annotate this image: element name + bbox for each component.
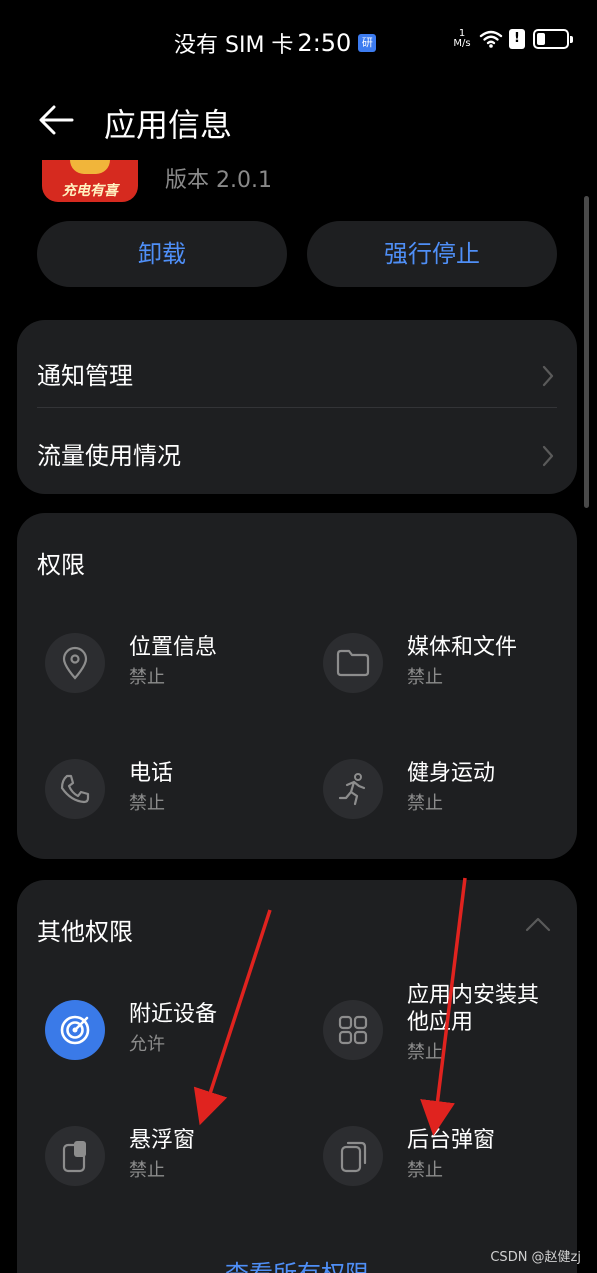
arrow-left-icon [39, 105, 74, 135]
permission-floating-window[interactable]: 悬浮窗 禁止 [35, 1116, 295, 1196]
back-button[interactable] [36, 98, 80, 142]
settings-card: 通知管理 流量使用情况 [17, 320, 577, 494]
uninstall-button[interactable]: 卸载 [37, 221, 287, 287]
permission-background-popup[interactable]: 后台弹窗 禁止 [313, 1116, 573, 1196]
permission-title: 应用内安装其他应用 [407, 983, 540, 1035]
carrier-text: 没有 SIM 卡 [174, 33, 294, 58]
page-title: 应用信息 [104, 106, 233, 144]
folder-icon [323, 633, 383, 693]
permissions-title: 权限 [37, 551, 85, 579]
permission-location[interactable]: 位置信息 禁止 [35, 623, 295, 703]
permission-status: 允许 [129, 1034, 165, 1055]
permission-media-files[interactable]: 媒体和文件 禁止 [313, 623, 573, 703]
watermark: CSDN @赵健zj [490, 1250, 581, 1265]
running-icon [323, 759, 383, 819]
notification-management-row[interactable]: 通知管理 [37, 328, 557, 408]
permission-install-apps[interactable]: 应用内安装其他应用 禁止 [313, 983, 573, 1070]
permission-title: 健身运动 [407, 761, 496, 786]
chevron-up-icon[interactable] [525, 916, 551, 932]
net-speed-unit: M/s [453, 38, 471, 49]
floating-window-icon [45, 1126, 105, 1186]
permission-status: 禁止 [407, 793, 443, 814]
apps-grid-icon [323, 1000, 383, 1060]
net-speed: 1 M/s [451, 29, 473, 49]
app-icon-text: 充电有喜 [62, 183, 118, 199]
permission-nearby-devices[interactable]: 附近设备 允许 [35, 990, 295, 1070]
notification-badge-icon: 研 [358, 34, 377, 52]
status-icons: 1 M/s ! [451, 29, 573, 49]
battery-icon [533, 29, 573, 49]
background-popup-icon [323, 1126, 383, 1186]
permission-title: 悬浮窗 [129, 1128, 196, 1153]
status-center: 没有 SIM 卡 2:50 研 [174, 27, 377, 59]
permission-title: 电话 [129, 761, 174, 786]
permission-title: 附近设备 [129, 1002, 218, 1027]
permission-title: 位置信息 [129, 635, 218, 660]
alert-icon: ! [509, 29, 525, 49]
row-label: 通知管理 [37, 362, 133, 390]
permission-status: 禁止 [407, 667, 443, 688]
permissions-card: 权限 位置信息 禁止 媒体和文件 禁止 电话 禁止 健身运动 禁止 [17, 513, 577, 859]
other-permissions-title: 其他权限 [37, 918, 133, 946]
permission-title: 媒体和文件 [407, 635, 518, 660]
other-permissions-card: 其他权限 附近设备 允许 应用内安装其他应用 禁止 悬浮窗 禁止 后台弹窗 禁止 [17, 880, 577, 1273]
row-label: 流量使用情况 [37, 442, 181, 470]
permission-fitness[interactable]: 健身运动 禁止 [313, 749, 573, 829]
scrollbar[interactable] [584, 196, 589, 508]
permission-status: 禁止 [407, 1160, 443, 1181]
app-icon: 充电有喜 [42, 160, 138, 202]
force-stop-button[interactable]: 强行停止 [307, 221, 557, 287]
status-bar: 没有 SIM 卡 2:50 研 1 M/s ! [0, 0, 597, 82]
app-info-screen: 没有 SIM 卡 2:50 研 1 M/s ! 应用信息 充电有喜 版本 2.0… [0, 0, 597, 1273]
chevron-right-icon [542, 365, 554, 387]
data-usage-row[interactable]: 流量使用情况 [37, 408, 557, 488]
permission-status: 禁止 [129, 1160, 165, 1181]
permission-title: 后台弹窗 [407, 1128, 496, 1153]
permission-status: 禁止 [407, 1042, 443, 1063]
permission-phone[interactable]: 电话 禁止 [35, 749, 295, 829]
wifi-icon [479, 30, 503, 48]
permission-status: 禁止 [129, 667, 165, 688]
location-pin-icon [45, 633, 105, 693]
permission-status: 禁止 [129, 793, 165, 814]
phone-icon [45, 759, 105, 819]
radar-icon [45, 1000, 105, 1060]
app-version: 版本 2.0.1 [165, 168, 272, 193]
chevron-right-icon [542, 445, 554, 467]
clock-text: 2:50 [297, 29, 352, 57]
